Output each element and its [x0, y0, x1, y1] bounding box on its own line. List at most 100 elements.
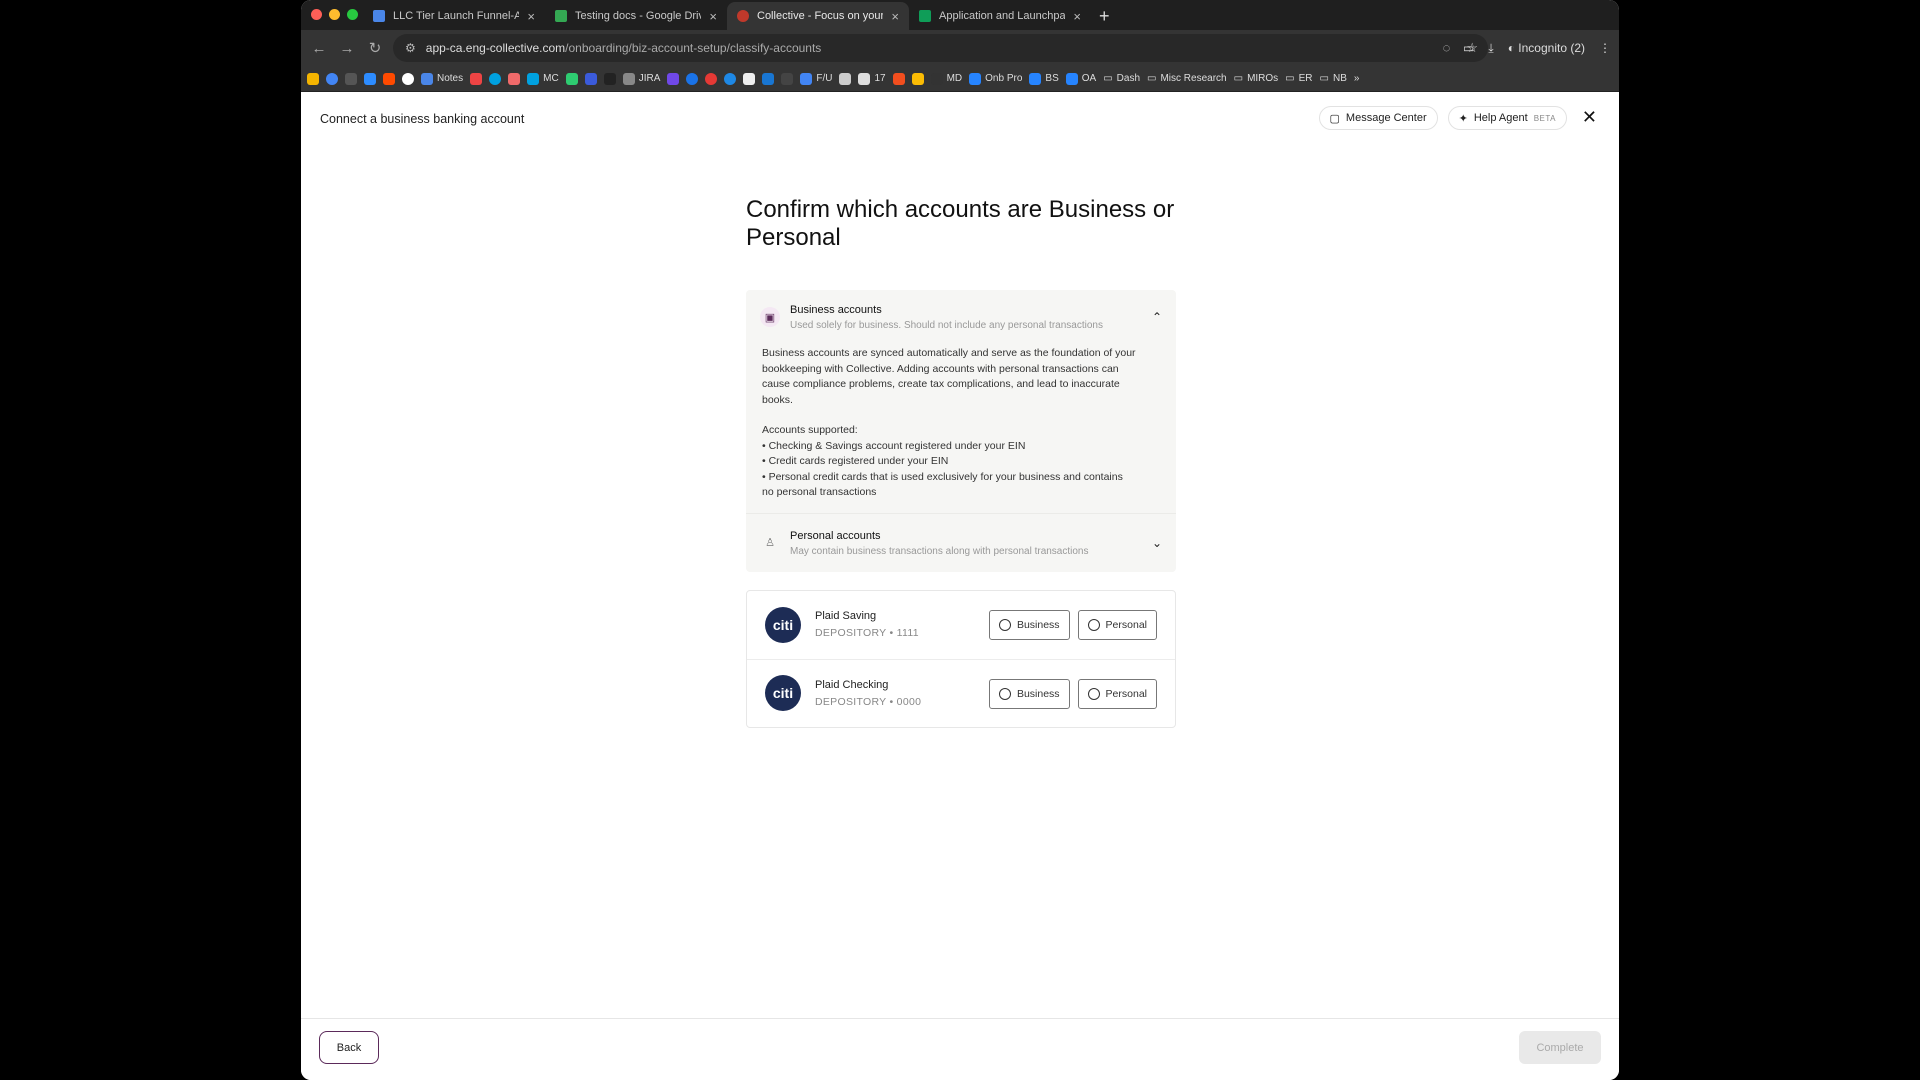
personal-accounts-toggle[interactable]: ♙ Personal accounts May contain business…: [746, 514, 1176, 572]
bookmark[interactable]: [345, 72, 357, 85]
back-arrow-icon[interactable]: ←: [305, 40, 333, 57]
bookmark[interactable]: [667, 72, 680, 85]
bookmark-label: JIRA: [638, 73, 661, 84]
bookmark[interactable]: MC: [527, 72, 559, 85]
incognito-icon: ◐: [1507, 41, 1515, 55]
account-name: Plaid Checking: [815, 678, 889, 691]
bookmark-folder[interactable]: ▭ Dash: [1103, 73, 1140, 84]
close-window-button[interactable]: [311, 9, 322, 20]
bookmark[interactable]: [470, 72, 483, 85]
bookmark-folder[interactable]: ▭ NB: [1320, 73, 1347, 84]
close-tab-icon[interactable]: ×: [709, 9, 717, 24]
bookmark-folder[interactable]: ▭ ER: [1285, 73, 1312, 84]
new-tab-button[interactable]: +: [1091, 2, 1110, 30]
supported-list: • Checking & Savings account registered …: [762, 439, 1136, 501]
chevron-up-icon[interactable]: ⌃: [1152, 310, 1162, 324]
incognito-badge[interactable]: ◐ Incognito (2): [1508, 41, 1585, 55]
bookmark[interactable]: [364, 72, 376, 85]
bookmark-label: BS: [1045, 73, 1059, 84]
close-tab-icon[interactable]: ×: [891, 9, 899, 24]
business-accounts-title: Business accounts: [790, 304, 882, 316]
tab-title: LLC Tier Launch Funnel-App: [393, 10, 520, 22]
bookmark[interactable]: [508, 72, 521, 85]
url-input[interactable]: ⚙ app-ca.eng-collective.com/onboarding/b…: [393, 34, 1488, 62]
bookmark[interactable]: [603, 72, 616, 85]
bookmark[interactable]: [724, 72, 737, 85]
tab-title: Application and Launchpad l: [939, 10, 1066, 22]
bookmark[interactable]: F/U: [800, 72, 832, 85]
close-icon[interactable]: ✕: [1582, 107, 1597, 128]
bookmark[interactable]: [489, 72, 502, 85]
bookmark[interactable]: [584, 72, 597, 85]
account-meta: DEPOSITORY • 0000: [815, 695, 922, 708]
bookmark[interactable]: [565, 72, 578, 85]
complete-button[interactable]: Complete: [1519, 1031, 1601, 1064]
bookmark[interactable]: [307, 72, 319, 85]
bookmark[interactable]: MD: [930, 72, 962, 85]
business-accounts-toggle[interactable]: ▣ Business accounts Used solely for busi…: [746, 290, 1176, 340]
business-radio-button[interactable]: Business: [988, 609, 1070, 640]
bookmark[interactable]: [705, 72, 718, 85]
sheets-icon: [919, 10, 931, 22]
url-host: app-ca.eng-collective.com: [425, 41, 566, 55]
browser-tab[interactable]: LLC Tier Launch Funnel-App ×: [363, 2, 545, 30]
message-center-button[interactable]: ▢ Message Center: [1318, 106, 1438, 130]
bookmark[interactable]: [911, 72, 924, 85]
browser-window: LLC Tier Launch Funnel-App × Testing doc…: [301, 0, 1619, 1080]
forward-arrow-icon[interactable]: →: [333, 40, 361, 57]
bookmark[interactable]: [892, 72, 905, 85]
page-content: Connect a business banking account ▢ Mes…: [301, 92, 1619, 1080]
bookmark[interactable]: [326, 72, 338, 85]
bookmark[interactable]: [743, 72, 756, 85]
bookmark-folder[interactable]: ▭ MIROs: [1234, 73, 1279, 84]
minimize-window-button[interactable]: [329, 9, 340, 20]
bookmarks-overflow-icon[interactable]: »: [1354, 73, 1360, 84]
personal-radio-button[interactable]: Personal: [1077, 678, 1157, 709]
close-tab-icon[interactable]: ×: [1073, 9, 1081, 24]
business-option-label: Business: [1016, 618, 1060, 631]
folder-icon: ▭: [1319, 73, 1329, 84]
personal-accounts-title: Personal accounts: [790, 529, 881, 542]
bookmark[interactable]: BS: [1029, 72, 1059, 85]
folder-icon: ▭: [1147, 73, 1157, 84]
close-tab-icon[interactable]: ×: [527, 9, 535, 24]
bookmark[interactable]: [781, 72, 794, 85]
bookmark-label: MC: [543, 73, 559, 84]
folder-icon: ▭: [1285, 73, 1295, 84]
bookmark[interactable]: JIRA: [622, 72, 661, 85]
chevron-down-icon[interactable]: ⌄: [1152, 536, 1162, 550]
eye-off-icon[interactable]: ◌: [1443, 40, 1451, 56]
personal-option-label: Personal: [1105, 618, 1147, 631]
business-radio-button[interactable]: Business: [988, 678, 1070, 709]
docs-icon: [373, 10, 385, 22]
site-settings-icon[interactable]: ⚙: [405, 41, 416, 55]
bookmark-label: ER: [1298, 73, 1313, 84]
tab-title: Testing docs - Google Drive: [575, 10, 702, 22]
bookmark[interactable]: [686, 72, 699, 85]
bookmark[interactable]: [402, 72, 414, 85]
help-agent-button[interactable]: ✦ Help Agent BETA: [1447, 106, 1567, 130]
bookmark[interactable]: [383, 72, 395, 85]
bookmark[interactable]: OA: [1065, 72, 1096, 85]
bookmark-folder[interactable]: ▭ Misc Research: [1147, 73, 1227, 84]
zoom-window-button[interactable]: [347, 9, 358, 20]
browser-tab[interactable]: Application and Launchpad l ×: [909, 2, 1091, 30]
download-icon[interactable]: ⤓: [1488, 41, 1493, 56]
bookmark[interactable]: [762, 72, 775, 85]
personal-radio-button[interactable]: Personal: [1077, 609, 1157, 640]
radio-icon: [1087, 618, 1100, 631]
reload-icon[interactable]: ↻: [361, 39, 389, 57]
folder-icon: ▭: [1103, 73, 1113, 84]
radio-icon: [998, 618, 1011, 631]
cast-icon[interactable]: ▭: [1463, 41, 1474, 55]
bookmark[interactable]: 17: [858, 72, 886, 85]
back-button[interactable]: Back: [319, 1031, 379, 1064]
person-icon: ♙: [765, 537, 775, 549]
browser-tab-active[interactable]: Collective - Focus on your pa ×: [727, 2, 909, 30]
more-menu-icon[interactable]: ⋮: [1599, 41, 1611, 55]
bookmark[interactable]: Onb Pro: [969, 72, 1022, 85]
chat-bubble-icon: ▢: [1329, 112, 1340, 125]
browser-tab[interactable]: Testing docs - Google Drive ×: [545, 2, 727, 30]
bookmark[interactable]: [839, 72, 852, 85]
bookmark[interactable]: Notes: [421, 72, 463, 85]
